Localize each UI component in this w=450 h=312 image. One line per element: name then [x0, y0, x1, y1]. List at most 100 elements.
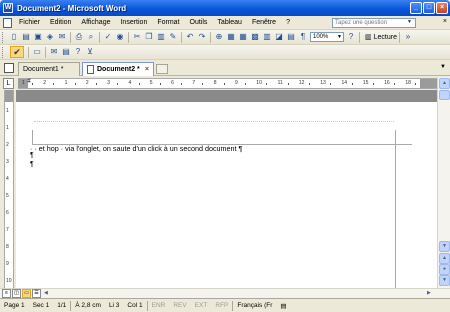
vertical-ruler[interactable]: 1 1 2 3 4 5 6 7 8 9 10 — [4, 90, 14, 288]
format-painter-icon[interactable]: ✎ — [168, 32, 178, 42]
status-track-changes[interactable]: REV — [169, 302, 190, 309]
copy-icon[interactable]: ❐ — [144, 32, 154, 42]
menu-format[interactable]: Format — [152, 19, 184, 26]
tables-borders-icon[interactable]: ▦ — [226, 32, 236, 42]
word-icon[interactable]: W — [3, 3, 13, 13]
paragraph-mark[interactable]: ¶ — [30, 161, 34, 168]
close-icon[interactable]: × — [145, 66, 149, 73]
ruler-tick — [266, 83, 268, 85]
help-icon[interactable]: ? — [73, 47, 83, 57]
new-document-icon[interactable]: ▯ — [9, 32, 19, 42]
toolbar-separator — [359, 31, 360, 43]
menu-tableau[interactable]: Tableau — [212, 19, 247, 26]
help-icon[interactable]: ? — [346, 32, 356, 42]
normal-view-icon[interactable]: ≡ — [2, 289, 11, 298]
document-close-button[interactable]: × — [443, 18, 447, 25]
menu-edition[interactable]: Edition — [45, 19, 76, 26]
zoom-select[interactable]: 100% ▼ — [310, 32, 344, 42]
indent-marker-icon[interactable]: ⧗ — [27, 78, 31, 85]
scroll-down-icon[interactable]: ▼ — [439, 241, 450, 252]
tab-list-icon[interactable] — [4, 63, 14, 73]
print-preview-icon[interactable]: ⌕ — [86, 32, 96, 42]
close-button[interactable]: × — [436, 2, 448, 14]
scroll-right-icon[interactable]: ▶ — [427, 289, 436, 298]
tab-document1[interactable]: Document1 * — [18, 62, 80, 76]
columns-icon[interactable]: ▥ — [262, 32, 272, 42]
scroll-thumb[interactable] — [439, 90, 450, 100]
page-gap — [16, 90, 437, 102]
menu-outils[interactable]: Outils — [185, 19, 213, 26]
ruler-number: 8 — [213, 80, 217, 86]
highlight-tool-button[interactable]: ✔ — [10, 46, 24, 58]
drawing-icon[interactable]: ◪ — [274, 32, 284, 42]
show-hide-icon[interactable]: ¶ — [298, 32, 308, 42]
toolbar-grip[interactable] — [2, 46, 5, 58]
tab-document2[interactable]: Document2 * × — [82, 62, 154, 76]
status-overtype[interactable]: RFP — [211, 302, 232, 309]
print-icon[interactable]: ⎙ — [74, 32, 84, 42]
new-tab-button[interactable] — [156, 64, 168, 74]
document-icon[interactable]: ▭ — [32, 47, 42, 57]
permission-icon[interactable]: ◈ — [45, 32, 55, 42]
scroll-left-icon[interactable]: ◀ — [44, 289, 53, 298]
envelope-icon[interactable]: ✉ — [49, 47, 59, 57]
paste-icon[interactable]: ▥ — [156, 32, 166, 42]
help-search-input[interactable]: Tapez une question — [332, 18, 416, 28]
ruler-tick — [181, 83, 183, 85]
ruler-number: 1 — [22, 80, 25, 86]
cut-icon[interactable]: ✂ — [132, 32, 142, 42]
insert-table-icon[interactable]: ▦ — [238, 32, 248, 42]
document-map-icon[interactable]: ▤ — [286, 32, 296, 42]
horizontal-scrollbar[interactable]: ≡ ◫ ▭ ☰ ◀ ▶ — [0, 288, 450, 298]
maximize-button[interactable]: □ — [423, 2, 435, 14]
undo-icon[interactable]: ↶ — [185, 32, 195, 42]
open-folder-icon[interactable]: ▤ — [21, 32, 31, 42]
previous-page-icon[interactable]: ▲ — [439, 253, 450, 264]
menu-fichier[interactable]: Fichier — [14, 19, 45, 26]
toolbar-grip[interactable] — [2, 31, 5, 43]
vertical-scrollbar[interactable]: ▲ ▼ ▲ ● ▼ — [437, 77, 450, 288]
print-view-icon[interactable]: ▭ — [22, 289, 31, 298]
menu-fenetre[interactable]: Fenêtre — [247, 19, 281, 26]
vertical-ruler-number: 6 — [6, 210, 9, 216]
ruler-area: L ⧗ 1 2 1 2 3 4 5 6 7 8 9 10 11 12 13 14 15 16 18 — [0, 77, 450, 90]
toolbar-options-icon[interactable]: » — [403, 32, 413, 42]
reading-layout-button[interactable]: ▥ Lecture — [365, 33, 397, 42]
save-icon[interactable]: ▣ — [33, 32, 43, 42]
chevron-down-icon[interactable]: ▼ — [440, 64, 446, 70]
document-text-line[interactable]: · · et hop · via l'onglet, on saute d'un… — [30, 144, 242, 153]
status-extend-selection[interactable]: EXT — [191, 302, 212, 309]
spelling-status-icon[interactable]: ▤ — [276, 302, 290, 310]
insert-excel-icon[interactable]: ▩ — [250, 32, 260, 42]
status-language[interactable]: Français (Fr — [233, 302, 276, 309]
document-icon[interactable] — [3, 17, 12, 28]
redo-icon[interactable]: ↷ — [197, 32, 207, 42]
minimize-button[interactable]: _ — [410, 2, 422, 14]
ruler-number: 18 — [405, 80, 411, 86]
menu-help[interactable]: ? — [281, 19, 295, 26]
ruler-right-margin[interactable] — [420, 79, 438, 88]
hyperlink-icon[interactable]: ⊕ — [214, 32, 224, 42]
notes-icon[interactable]: ▤ — [61, 47, 71, 57]
menu-affichage[interactable]: Affichage — [76, 19, 115, 26]
text-boundary — [395, 130, 396, 290]
spelling-icon[interactable]: ✓ — [103, 32, 113, 42]
chevron-down-icon[interactable]: ▼ — [407, 19, 412, 25]
browse-object-icon[interactable]: ● — [439, 264, 450, 275]
menu-insertion[interactable]: Insertion — [115, 19, 152, 26]
scroll-up-icon[interactable]: ▲ — [439, 78, 450, 89]
horizontal-ruler[interactable]: ⧗ 1 2 1 2 3 4 5 6 7 8 9 10 11 12 13 14 15 16 18 — [18, 78, 438, 89]
next-page-icon[interactable]: ▼ — [439, 275, 450, 286]
document-area[interactable]: · · et hop · via l'onglet, on saute d'un… — [16, 90, 437, 290]
toolbar-separator — [99, 31, 100, 43]
web-view-icon[interactable]: ◫ — [12, 289, 21, 298]
outline-view-icon[interactable]: ☰ — [32, 289, 41, 298]
filter-icon[interactable]: ⊻ — [85, 47, 95, 57]
ruler-number: 6 — [171, 80, 174, 86]
paragraph-mark[interactable]: ¶ — [30, 152, 34, 159]
email-icon[interactable]: ✉ — [57, 32, 67, 42]
tab-stop-selector[interactable]: L — [3, 78, 14, 89]
status-record-macro[interactable]: ENR — [148, 302, 170, 309]
tab-label: Document1 * — [23, 66, 64, 73]
research-icon[interactable]: ◉ — [115, 32, 125, 42]
